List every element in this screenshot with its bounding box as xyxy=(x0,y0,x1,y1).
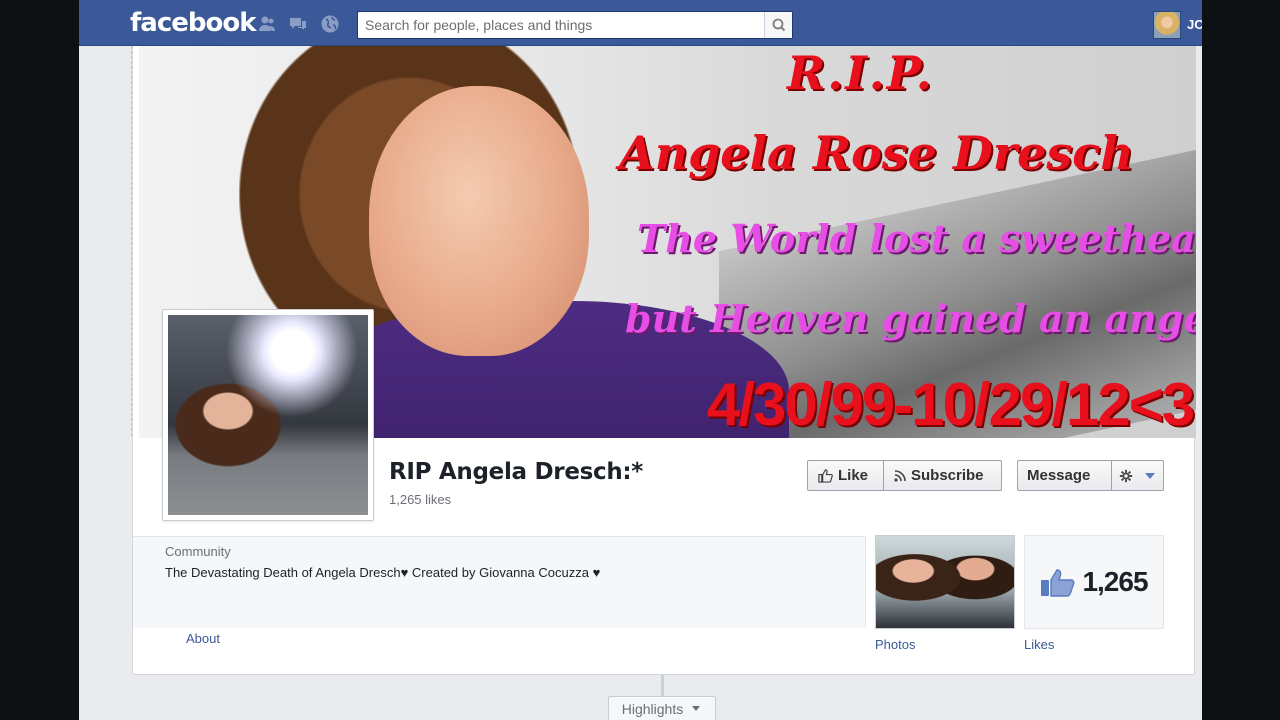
profile-picture[interactable] xyxy=(162,309,374,521)
cover-name-text: Angela Rose Dresch xyxy=(619,126,1134,180)
likes-tile[interactable]: 1,265 xyxy=(1024,535,1164,629)
settings-dropdown-button[interactable] xyxy=(1111,460,1164,491)
search-input[interactable] xyxy=(358,12,764,38)
user-name[interactable]: JC xyxy=(1187,17,1202,32)
likes-count: 1,265 xyxy=(1082,566,1148,597)
notifications-globe-icon[interactable] xyxy=(320,14,340,34)
photos-tile[interactable] xyxy=(875,535,1015,629)
facebook-logo[interactable]: facebook xyxy=(130,8,257,38)
photos-link[interactable]: Photos xyxy=(875,637,915,652)
profile-picture-image xyxy=(168,315,368,515)
rss-icon xyxy=(894,469,906,482)
thumbs-up-icon xyxy=(1041,569,1075,597)
cover-dates-text: 4/30/99-10/29/12<3 xyxy=(707,371,1195,438)
page-title: RIP Angela Dresch:* xyxy=(389,459,644,485)
top-navigation-bar: facebook JC xyxy=(79,0,1202,46)
message-label: Message xyxy=(1027,467,1091,484)
message-button[interactable]: Message xyxy=(1017,460,1112,491)
highlights-label: Highlights xyxy=(621,701,684,717)
user-avatar[interactable] xyxy=(1153,11,1181,39)
subscribe-label: Subscribe xyxy=(911,467,984,484)
cover-tribute-line2: but Heaven gained an angel :* xyxy=(625,296,1196,341)
thumbs-up-icon xyxy=(818,469,833,483)
page-header-card: R.I.P. Angela Rose Dresch The World lost… xyxy=(132,46,1196,675)
page-likes-count[interactable]: 1,265 likes xyxy=(389,492,451,507)
browser-viewport: facebook JC xyxy=(79,0,1202,720)
messages-icon[interactable] xyxy=(288,14,308,34)
gear-icon xyxy=(1119,469,1133,482)
friends-icon[interactable] xyxy=(257,14,277,34)
page-description: The Devastating Death of Angela Dresch♥ … xyxy=(165,565,601,580)
about-info-box[interactable] xyxy=(133,536,866,628)
search-button[interactable] xyxy=(764,12,792,38)
like-label: Like xyxy=(838,467,869,484)
chevron-down-icon xyxy=(692,706,701,711)
about-link[interactable]: About xyxy=(186,631,220,646)
subscribe-button[interactable]: Subscribe xyxy=(883,460,1002,491)
page-category: Community xyxy=(165,544,231,559)
like-button[interactable]: Like xyxy=(807,460,884,491)
cover-rip-text: R.I.P. xyxy=(787,46,934,100)
highlights-dropdown[interactable]: Highlights xyxy=(608,696,716,720)
chevron-down-icon xyxy=(1145,472,1155,479)
magnifier-icon xyxy=(772,18,786,32)
timeline-line xyxy=(661,675,664,697)
cover-tribute-line1: The World lost a sweetheart, xyxy=(637,216,1196,261)
likes-link[interactable]: Likes xyxy=(1024,637,1054,652)
search-box xyxy=(357,11,793,39)
cover-face xyxy=(369,86,589,356)
